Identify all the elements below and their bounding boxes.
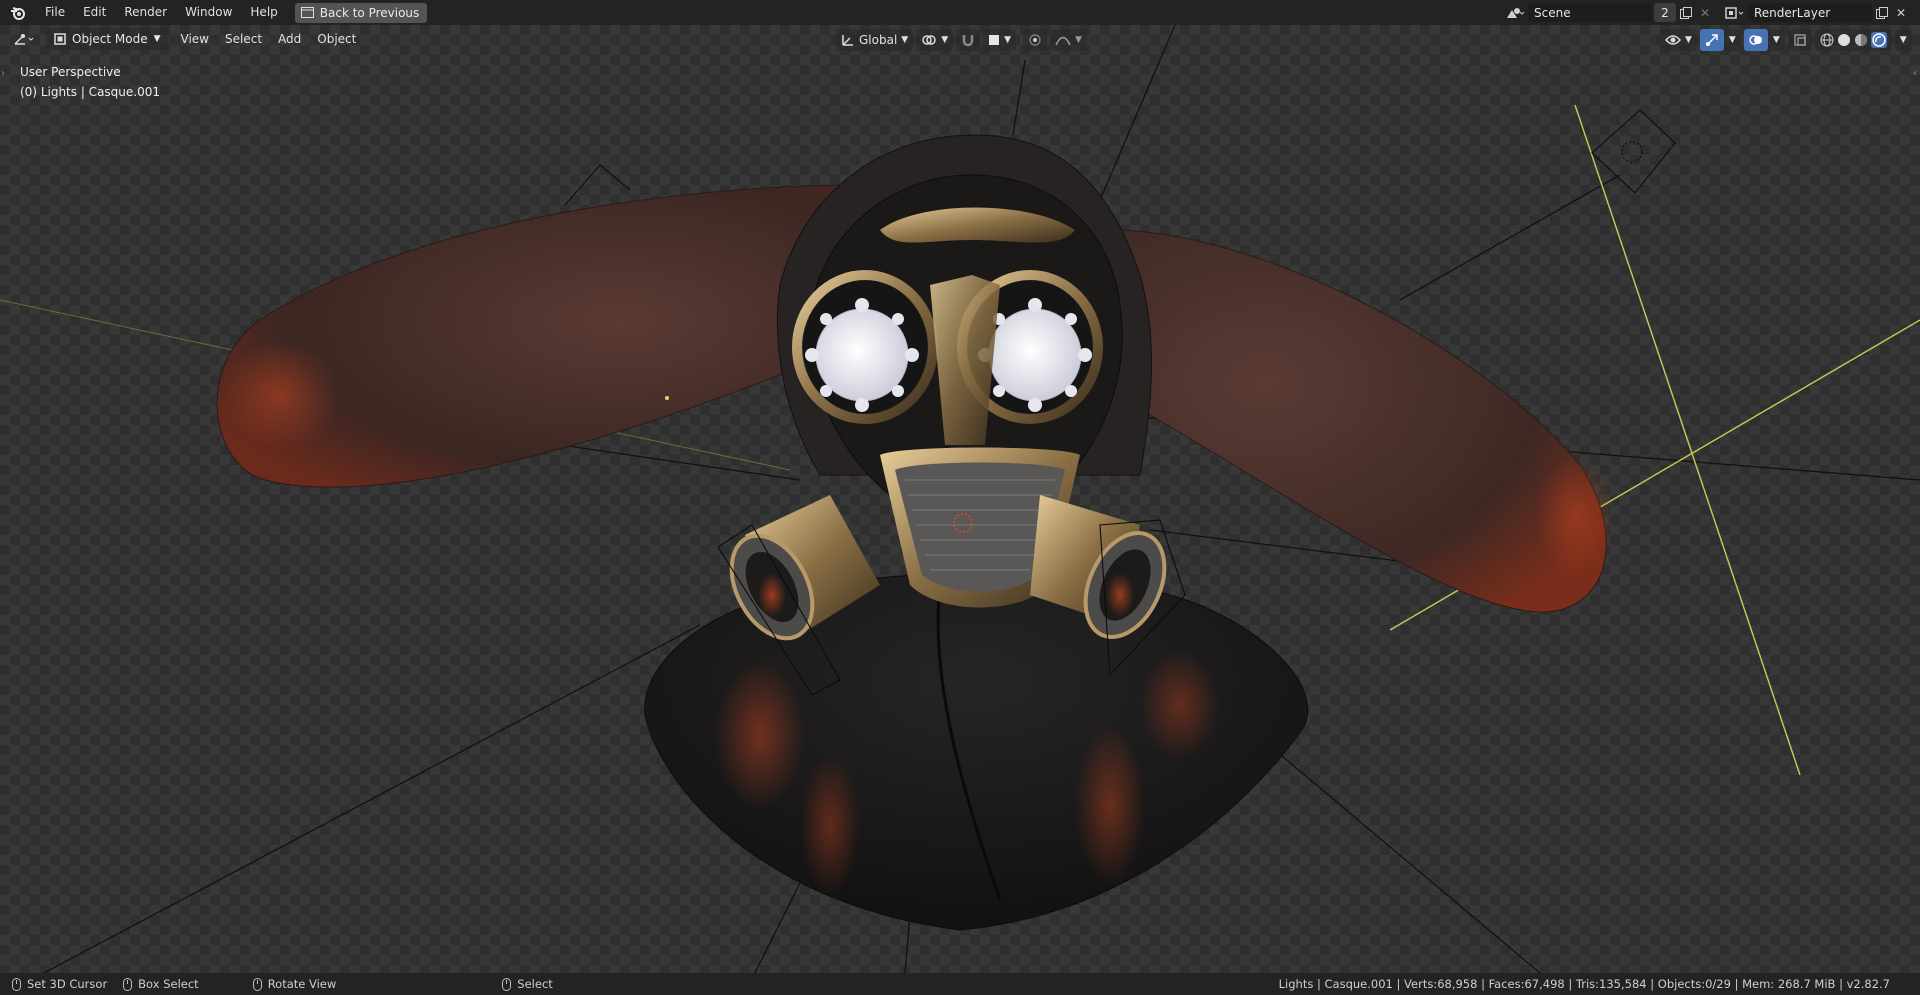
menu-object[interactable]: Object (309, 28, 364, 50)
rendered-shading-icon (1872, 33, 1886, 47)
pivot-icon (922, 35, 936, 45)
editor-type-icon[interactable] (8, 28, 42, 50)
renderlayer-name-field[interactable]: RenderLayer (1748, 3, 1872, 22)
renderlayer-selector: RenderLayer ✕ (1722, 3, 1910, 22)
chevron-down-icon: ▼ (901, 35, 909, 45)
visibility-dropdown[interactable]: ▼ (1660, 29, 1697, 51)
menu-window[interactable]: Window (176, 0, 241, 25)
chevron-down-icon: ▼ (153, 34, 161, 44)
mouse-drag-icon (123, 977, 133, 991)
status-set-cursor: Set 3D Cursor (4, 977, 115, 991)
xray-toggle[interactable] (1787, 29, 1812, 51)
transform-tools: Global ▼ ▼ ▼ ▼ (836, 29, 1090, 51)
chevron-down-icon: ▼ (1728, 35, 1736, 45)
menu-help[interactable]: Help (241, 0, 286, 25)
wireframe-shading-icon[interactable] (1820, 33, 1834, 47)
status-select: Select (494, 977, 560, 991)
sidebar-expand-icon[interactable]: ‹ (1913, 68, 1917, 79)
falloff-curve-icon (1055, 36, 1071, 46)
chevron-down-icon: ▼ (1004, 35, 1012, 45)
top-bar: File Edit Render Window Help Back to Pre… (0, 0, 1920, 25)
snap-toggle[interactable] (956, 29, 981, 51)
transform-orientation-label: Global (859, 33, 898, 47)
snap-increment-icon (989, 35, 1000, 45)
renderlayer-browse-icon[interactable] (1722, 3, 1748, 22)
active-object-label: (0) Lights | Casque.001 (20, 85, 160, 99)
chevron-down-icon: ▼ (1685, 35, 1692, 45)
back-button-label: Back to Previous (319, 5, 420, 20)
blender-logo-icon[interactable] (0, 0, 36, 25)
scene-statistics: Lights | Casque.001 | Verts:68,958 | Fac… (1278, 977, 1890, 991)
status-box-select: Box Select (115, 977, 207, 991)
menu-select[interactable]: Select (217, 28, 270, 50)
status-rotate-view: Rotate View (245, 977, 345, 991)
scene-users-count[interactable]: 2 (1654, 3, 1676, 22)
back-to-previous-button[interactable]: Back to Previous (294, 2, 428, 23)
menu-file[interactable]: File (36, 0, 74, 25)
viewport-info: User Perspective (0) Lights | Casque.001 (20, 62, 160, 102)
overlay-toggle[interactable] (1743, 29, 1768, 51)
scene-selector: Scene 2 ✕ (1502, 3, 1714, 22)
delete-renderlayer-icon[interactable]: ✕ (1892, 3, 1910, 22)
viewport-display-tools: ▼ ▼ ▼ ▼ (1660, 29, 1915, 51)
mouse-left-icon (12, 977, 21, 991)
gizmo-dropdown[interactable]: ▼ (1723, 29, 1741, 51)
proportional-edit-toggle[interactable] (1023, 29, 1048, 51)
xray-icon (1794, 34, 1806, 46)
solid-shading-icon[interactable] (1837, 33, 1851, 47)
status-label: Set 3D Cursor (27, 977, 108, 991)
duplicate-renderlayer-icon[interactable] (1872, 3, 1892, 22)
gizmo-toggle[interactable] (1699, 29, 1724, 51)
orientation-axes-icon (842, 35, 853, 46)
mouse-right-icon (502, 977, 512, 991)
scene-browse-icon[interactable] (1502, 3, 1528, 22)
overlay-icon (1749, 35, 1762, 45)
viewport-scene (0, 25, 1920, 973)
gizmo-icon (1705, 34, 1718, 46)
object-mode-dropdown[interactable]: Object Mode ▼ (46, 28, 169, 50)
menu-edit[interactable]: Edit (74, 0, 115, 25)
status-label: Select (517, 977, 553, 991)
mouse-middle-icon (252, 977, 262, 991)
menu-add[interactable]: Add (270, 28, 309, 50)
shading-mode-group (1814, 29, 1892, 51)
chevron-down-icon: ▼ (1899, 35, 1907, 45)
status-bar: Set 3D Cursor Box Select Rotate View Sel… (0, 973, 1920, 995)
object-mode-label: Object Mode (72, 32, 148, 46)
object-mode-icon (54, 33, 66, 45)
chevron-down-icon: ▼ (941, 35, 949, 45)
chevron-down-icon: ▼ (1075, 35, 1082, 45)
status-label: Rotate View (267, 977, 337, 991)
magnet-icon (962, 35, 974, 47)
screen-back-icon (300, 7, 314, 18)
3d-viewport[interactable]: User Perspective (0) Lights | Casque.001 (0, 25, 1920, 973)
delete-scene-icon[interactable]: ✕ (1696, 3, 1714, 22)
transform-orientation-dropdown[interactable]: Global ▼ (836, 29, 914, 51)
perspective-label: User Perspective (20, 65, 121, 79)
overlay-dropdown[interactable]: ▼ (1767, 29, 1785, 51)
snap-target-dropdown[interactable]: ▼ (983, 29, 1017, 51)
pivot-point-dropdown[interactable]: ▼ (916, 29, 954, 51)
scene-name-field[interactable]: Scene (1528, 3, 1652, 22)
toolbar-expand-icon[interactable]: › (1, 68, 5, 79)
material-shading-icon[interactable] (1854, 33, 1868, 47)
eye-icon (1665, 35, 1681, 45)
falloff-dropdown[interactable]: ▼ (1050, 29, 1087, 51)
proportional-edit-icon (1029, 34, 1041, 46)
shading-options-dropdown[interactable]: ▼ (1894, 29, 1912, 51)
chevron-down-icon: ▼ (1772, 35, 1780, 45)
menu-render[interactable]: Render (115, 0, 176, 25)
menu-view[interactable]: View (173, 28, 217, 50)
duplicate-scene-icon[interactable] (1676, 3, 1696, 22)
rendered-shading-active[interactable] (1870, 32, 1887, 48)
status-label: Box Select (138, 977, 199, 991)
